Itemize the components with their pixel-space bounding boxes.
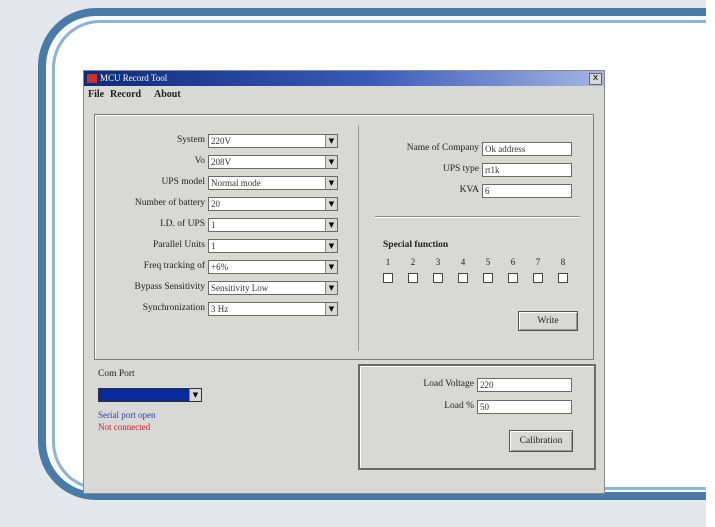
- company-name-input[interactable]: Ok address: [482, 142, 572, 156]
- load-percent-input[interactable]: 50: [477, 400, 572, 414]
- system-select[interactable]: 220V ▼: [208, 134, 338, 148]
- com-status-open: Serial port open: [98, 410, 156, 420]
- menu-record[interactable]: Record: [110, 87, 141, 102]
- dropdown-arrow-icon: ▼: [325, 261, 337, 273]
- ups-type-label: UPS type: [442, 164, 479, 174]
- load-voltage-input[interactable]: 220: [477, 378, 572, 392]
- parallel-units-value: 1: [211, 241, 216, 251]
- parallel-units-label: Parallel Units: [153, 240, 205, 250]
- special-checkbox-4[interactable]: [458, 273, 468, 283]
- special-checkbox-1[interactable]: [383, 273, 393, 283]
- dropdown-arrow-icon: ▼: [189, 389, 201, 401]
- com-port-select[interactable]: ▼: [98, 388, 202, 402]
- system-label: System: [177, 135, 205, 145]
- dropdown-arrow-icon: ▼: [325, 219, 337, 231]
- bypass-sensitivity-label: Bypass Sensitivity: [134, 282, 205, 292]
- special-checkbox-6[interactable]: [508, 273, 518, 283]
- calibration-button[interactable]: Calibration: [509, 430, 573, 452]
- vo-select[interactable]: 208V ▼: [208, 155, 338, 169]
- special-number: 7: [535, 257, 541, 267]
- special-checkbox-3[interactable]: [433, 273, 443, 283]
- bypass-sensitivity-select[interactable]: Sensitivity Low ▼: [208, 281, 338, 295]
- dropdown-arrow-icon: ▼: [325, 135, 337, 147]
- group-separator: [358, 125, 359, 351]
- special-number: 5: [485, 257, 491, 267]
- dropdown-arrow-icon: ▼: [325, 156, 337, 168]
- synchronization-value: 3 Hz: [211, 304, 229, 314]
- com-port-label: Com Port: [98, 369, 135, 379]
- synchronization-select[interactable]: 3 Hz ▼: [208, 302, 338, 316]
- freq-tracking-value: +6%: [211, 262, 229, 272]
- window-title: MCU Record Tool: [100, 73, 168, 83]
- special-checkbox-5[interactable]: [483, 273, 493, 283]
- dropdown-arrow-icon: ▼: [325, 240, 337, 252]
- close-button[interactable]: x: [589, 73, 602, 85]
- special-checkbox-7[interactable]: [533, 273, 543, 283]
- com-status-connection: Not connected: [98, 422, 151, 432]
- special-number: 8: [560, 257, 566, 267]
- special-function-title: Special function: [383, 240, 449, 250]
- dropdown-arrow-icon: ▼: [325, 303, 337, 315]
- title-bar: MCU Record Tool x: [84, 71, 604, 86]
- battery-count-label: Number of battery: [134, 198, 205, 208]
- battery-count-value: 20: [211, 199, 220, 209]
- ups-id-label: I.D. of UPS: [160, 219, 205, 229]
- calibration-group: Load Voltage 220 Load % 50 Calibration: [358, 364, 596, 470]
- kva-label: KVA: [459, 185, 479, 195]
- freq-tracking-label: Freq tracking of: [143, 261, 205, 271]
- special-checkbox-2[interactable]: [408, 273, 418, 283]
- menu-about[interactable]: About: [154, 87, 181, 102]
- load-percent-label: Load %: [444, 401, 474, 411]
- ups-id-select[interactable]: 1 ▼: [208, 218, 338, 232]
- vo-label: Vo: [194, 156, 205, 166]
- special-number: 2: [410, 257, 416, 267]
- app-window: MCU Record Tool x File Record About Syst…: [83, 70, 605, 494]
- freq-tracking-select[interactable]: +6% ▼: [208, 260, 338, 274]
- synchronization-label: Synchronization: [142, 303, 205, 313]
- system-value: 220V: [211, 136, 231, 146]
- settings-group: System 220V ▼ Vo 208V ▼ UPS model Normal…: [94, 114, 594, 360]
- load-voltage-label: Load Voltage: [423, 379, 474, 389]
- company-name-label: Name of Company: [406, 143, 479, 153]
- special-number: 3: [435, 257, 441, 267]
- kva-input[interactable]: 6: [482, 184, 572, 198]
- info-divider: [375, 216, 580, 217]
- dropdown-arrow-icon: ▼: [325, 177, 337, 189]
- parallel-units-select[interactable]: 1 ▼: [208, 239, 338, 253]
- bypass-sensitivity-value: Sensitivity Low: [211, 283, 269, 293]
- dropdown-arrow-icon: ▼: [325, 282, 337, 294]
- menu-file[interactable]: File: [88, 87, 104, 102]
- battery-count-select[interactable]: 20 ▼: [208, 197, 338, 211]
- vo-value: 208V: [211, 157, 231, 167]
- special-number: 4: [460, 257, 466, 267]
- dropdown-arrow-icon: ▼: [325, 198, 337, 210]
- decorative-frame-edge: [706, 0, 715, 527]
- app-icon: [87, 74, 97, 83]
- special-checkbox-8[interactable]: [558, 273, 568, 283]
- ups-model-label: UPS model: [161, 177, 205, 187]
- write-button[interactable]: Write: [518, 311, 578, 331]
- ups-model-value: Normal mode: [211, 178, 261, 188]
- special-number: 1: [385, 257, 391, 267]
- menu-bar: File Record About: [84, 87, 604, 102]
- special-number: 6: [510, 257, 516, 267]
- ups-id-value: 1: [211, 220, 216, 230]
- ups-type-input[interactable]: rt1k: [482, 163, 572, 177]
- ups-model-select[interactable]: Normal mode ▼: [208, 176, 338, 190]
